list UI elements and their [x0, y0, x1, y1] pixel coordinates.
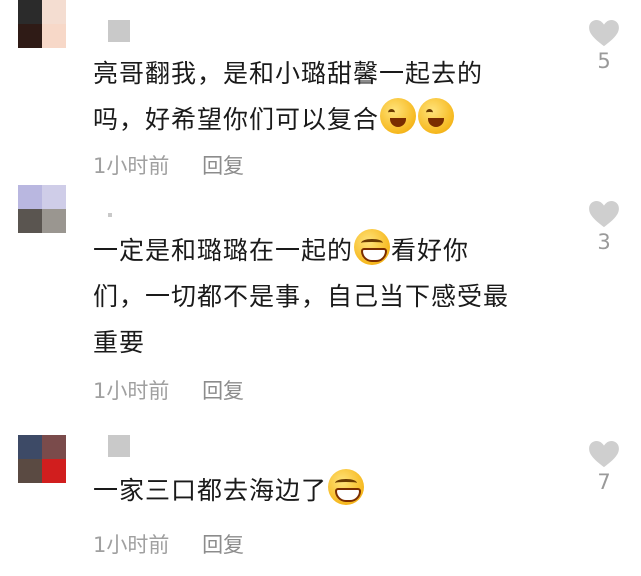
- wink-laugh-emoji: [418, 98, 455, 134]
- comment-text: 一定是和璐璐在一起的 看好你 们，一切都不是事，自己当下感受最 重要: [93, 228, 563, 366]
- like-button[interactable]: 3: [584, 201, 624, 254]
- reply-button[interactable]: 回复: [202, 533, 244, 557]
- grin-emoji: [354, 229, 391, 265]
- like-count: 3: [597, 230, 611, 254]
- comment-text: 一家三口都去海边了: [93, 468, 563, 514]
- comment-item: 一定是和璐璐在一起的 看好你 们，一切都不是事，自己当下感受最 重要 1小时前 回…: [0, 185, 641, 420]
- wink-laugh-emoji: [380, 98, 417, 134]
- heart-icon: [589, 20, 619, 47]
- username-redacted[interactable]: [108, 20, 130, 42]
- grin-emoji: [328, 469, 365, 505]
- reply-button[interactable]: 回复: [202, 379, 244, 403]
- comment-meta: 1小时前 回复: [93, 375, 270, 405]
- avatar[interactable]: [18, 0, 66, 48]
- timestamp: 1小时前: [93, 533, 170, 557]
- comment-item: 亮哥翻我，是和小璐甜馨一起去的 吗，好希望你们可以复合 1小时前 回复 5: [0, 0, 641, 185]
- username-redacted[interactable]: [108, 213, 112, 217]
- like-button[interactable]: 5: [584, 20, 624, 73]
- comment-text: 亮哥翻我，是和小璐甜馨一起去的 吗，好希望你们可以复合: [93, 59, 484, 134]
- comment-item: 一家三口都去海边了 1小时前 回复 7: [0, 435, 641, 576]
- avatar[interactable]: [18, 185, 66, 233]
- comment-meta: 1小时前 回复: [93, 529, 270, 559]
- reply-button[interactable]: 回复: [202, 154, 244, 178]
- comment-meta: 1小时前 回复: [93, 150, 270, 180]
- timestamp: 1小时前: [93, 379, 170, 403]
- avatar[interactable]: [18, 435, 66, 483]
- like-count: 5: [597, 49, 611, 73]
- username-redacted[interactable]: [108, 435, 130, 457]
- heart-icon: [589, 201, 619, 228]
- like-button[interactable]: 7: [584, 441, 624, 494]
- like-count: 7: [597, 470, 611, 494]
- heart-icon: [589, 441, 619, 468]
- timestamp: 1小时前: [93, 154, 170, 178]
